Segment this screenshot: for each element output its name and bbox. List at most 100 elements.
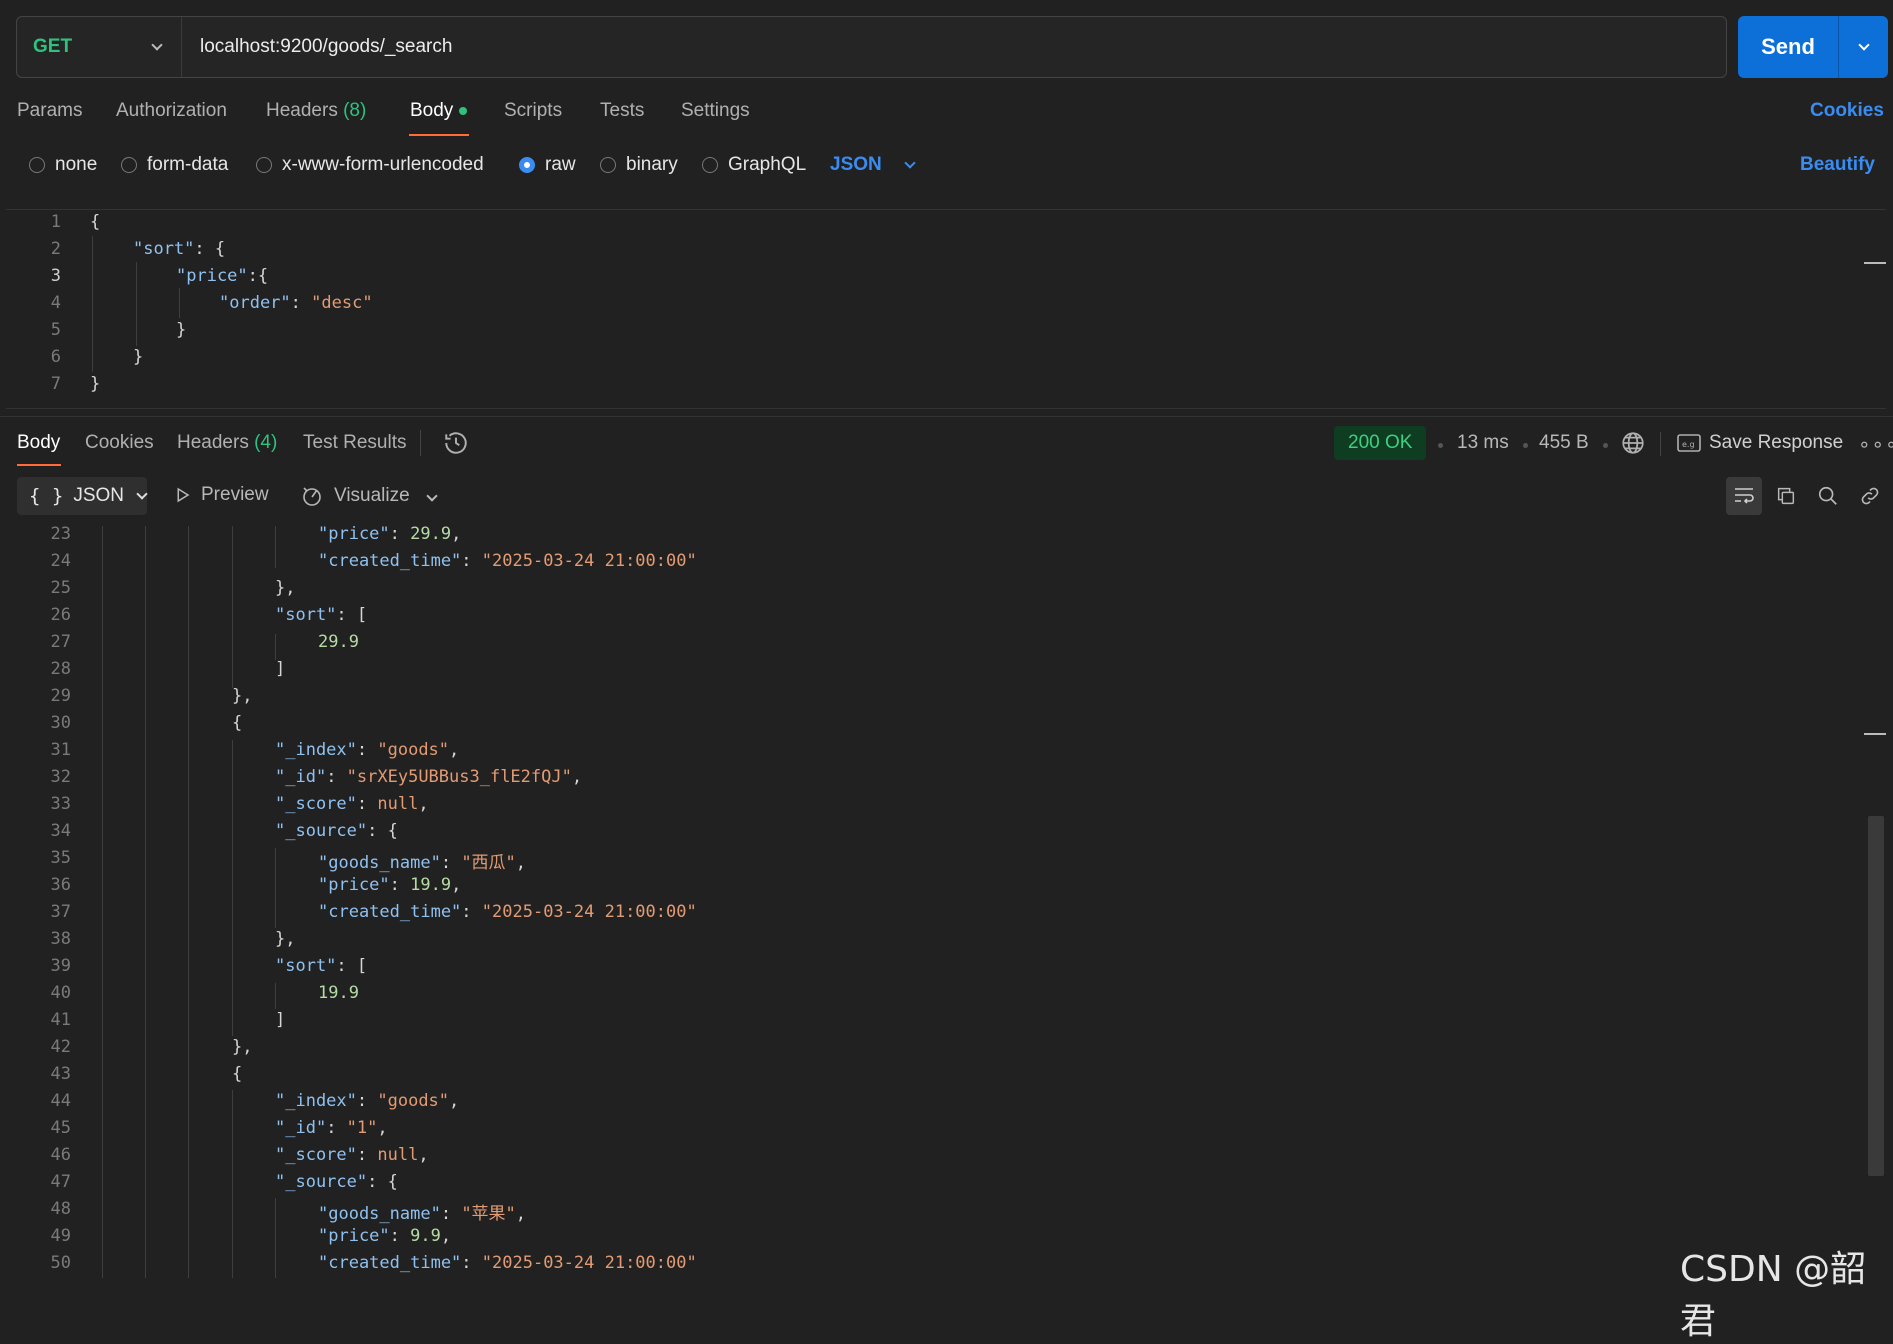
radio-label: binary — [626, 154, 678, 175]
save-response-button[interactable]: Save Response — [1709, 432, 1843, 454]
history-icon[interactable] — [443, 430, 469, 461]
response-scrollbar[interactable] — [1868, 816, 1884, 1176]
tab-body[interactable]: Body — [410, 100, 468, 122]
method-select[interactable]: GET — [17, 17, 182, 77]
response-size[interactable]: 455 B — [1539, 432, 1589, 454]
response-time[interactable]: 13 ms — [1457, 432, 1509, 454]
code-text: } — [90, 374, 101, 394]
url-input[interactable]: localhost:9200/goods/_search — [182, 36, 452, 58]
response-tab-cookies[interactable]: Cookies — [85, 432, 154, 454]
tab-tests[interactable]: Tests — [600, 100, 644, 122]
request-bar: GET localhost:9200/goods/_search — [16, 16, 1727, 78]
globe-icon[interactable] — [1620, 430, 1646, 461]
active-response-tab-indicator — [17, 464, 61, 466]
response-tab-headers[interactable]: Headers (4) — [177, 432, 277, 454]
tab-authorization[interactable]: Authorization — [116, 100, 227, 122]
line-number: 34 — [50, 821, 71, 841]
pane-divider[interactable] — [0, 416, 1893, 417]
code-text: "created_time": "2025-03-24 21:00:00" — [318, 1253, 697, 1273]
body-type-row: none form-data x-www-form-urlencoded raw… — [0, 154, 1893, 186]
line-number: 23 — [50, 526, 71, 544]
indent-guide — [232, 740, 233, 1036]
response-format-select[interactable]: { } JSON — [17, 477, 148, 515]
code-text: "_source": { — [275, 821, 398, 841]
send-button[interactable]: Send — [1738, 16, 1838, 78]
preview-button[interactable]: Preview — [173, 484, 269, 506]
more-options-icon[interactable]: ∘∘∘ — [1858, 432, 1893, 457]
code-text: }, — [232, 1037, 253, 1057]
line-number: 3 — [50, 266, 61, 286]
tab-scripts[interactable]: Scripts — [504, 100, 562, 122]
radio-form-data[interactable]: form-data — [121, 154, 228, 176]
radio-circle — [256, 157, 272, 173]
indent-guide — [275, 634, 276, 660]
radio-label: GraphQL — [728, 154, 807, 175]
line-number: 45 — [50, 1118, 71, 1138]
line-number: 32 — [50, 767, 71, 787]
code-text: "goods_name": "苹果", — [318, 1204, 527, 1224]
code-text: }, — [275, 578, 296, 598]
tab-headers[interactable]: Headers (8) — [266, 100, 366, 122]
tab-settings[interactable]: Settings — [681, 100, 750, 122]
link-button[interactable] — [1852, 477, 1888, 515]
radio-raw[interactable]: raw — [519, 154, 576, 176]
line-number: 49 — [50, 1226, 71, 1246]
chevron-down-icon — [136, 487, 148, 500]
code-text: { — [232, 713, 243, 733]
code-text: "order": "desc" — [219, 293, 373, 313]
code-text: "_index": "goods", — [275, 740, 460, 760]
separator-dot — [1438, 443, 1443, 448]
scroll-marker — [1864, 733, 1886, 735]
search-button[interactable] — [1810, 477, 1846, 515]
visualize-label: Visualize — [334, 485, 410, 506]
wrap-lines-button[interactable] — [1726, 477, 1762, 515]
search-icon — [1818, 486, 1837, 505]
line-number: 50 — [50, 1253, 71, 1273]
radio-graphql[interactable]: GraphQL — [702, 154, 806, 176]
separator-dot — [1523, 443, 1528, 448]
indent-guide — [136, 262, 137, 346]
response-tab-headers-label: Headers — [177, 432, 249, 453]
copy-button[interactable] — [1768, 477, 1804, 515]
visualize-button[interactable]: Visualize — [300, 484, 410, 508]
indent-guide — [275, 848, 276, 928]
code-text: "price": 29.9, — [318, 526, 462, 544]
radio-circle — [702, 157, 718, 173]
cookies-link[interactable]: Cookies — [1810, 100, 1884, 122]
scroll-marker — [1864, 262, 1886, 264]
language-label: JSON — [830, 154, 882, 175]
watermark: CSDN @韶君 — [1680, 1249, 1867, 1342]
tab-params[interactable]: Params — [17, 100, 82, 122]
response-body-viewer[interactable]: 23 "price": 29.9, 24 "created_time": "2025… — [0, 526, 1893, 1286]
line-number: 30 — [50, 713, 71, 733]
beautify-button[interactable]: Beautify — [1800, 154, 1875, 176]
line-number: 4 — [50, 293, 61, 313]
code-text: "created_time": "2025-03-24 21:00:00" — [318, 902, 697, 922]
code-text: "price":{ — [176, 266, 269, 286]
code-text: } — [133, 347, 144, 367]
send-options-button[interactable] — [1838, 16, 1888, 78]
radio-urlencoded[interactable]: x-www-form-urlencoded — [256, 154, 484, 176]
separator — [1660, 432, 1661, 456]
visualize-dropdown[interactable] — [426, 487, 438, 505]
line-number: 46 — [50, 1145, 71, 1165]
language-select[interactable]: JSON — [830, 154, 916, 176]
request-body-editor[interactable]: 1 { 2 "sort": { 3 "price":{ 4 "order": "desc… — [6, 209, 1886, 409]
radio-binary[interactable]: binary — [600, 154, 678, 176]
code-text: "_score": null, — [275, 1145, 429, 1165]
radio-none[interactable]: none — [29, 154, 97, 176]
code-text: "goods_name": "西瓜", — [318, 853, 527, 873]
line-number: 37 — [50, 902, 71, 922]
headers-count: (4) — [254, 432, 278, 453]
status-badge[interactable]: 200 OK — [1334, 426, 1427, 460]
response-tab-test-results[interactable]: Test Results — [303, 432, 406, 454]
line-number: 48 — [50, 1199, 71, 1219]
code-text: 19.9 — [318, 983, 359, 1003]
response-tab-body[interactable]: Body — [17, 432, 60, 454]
indent-guide — [275, 1198, 276, 1278]
code-text: "created_time": "2025-03-24 21:00:00" — [318, 551, 697, 571]
indent-guide — [232, 1090, 233, 1278]
line-number: 36 — [50, 875, 71, 895]
line-number: 31 — [50, 740, 71, 760]
code-text: { — [90, 212, 101, 232]
